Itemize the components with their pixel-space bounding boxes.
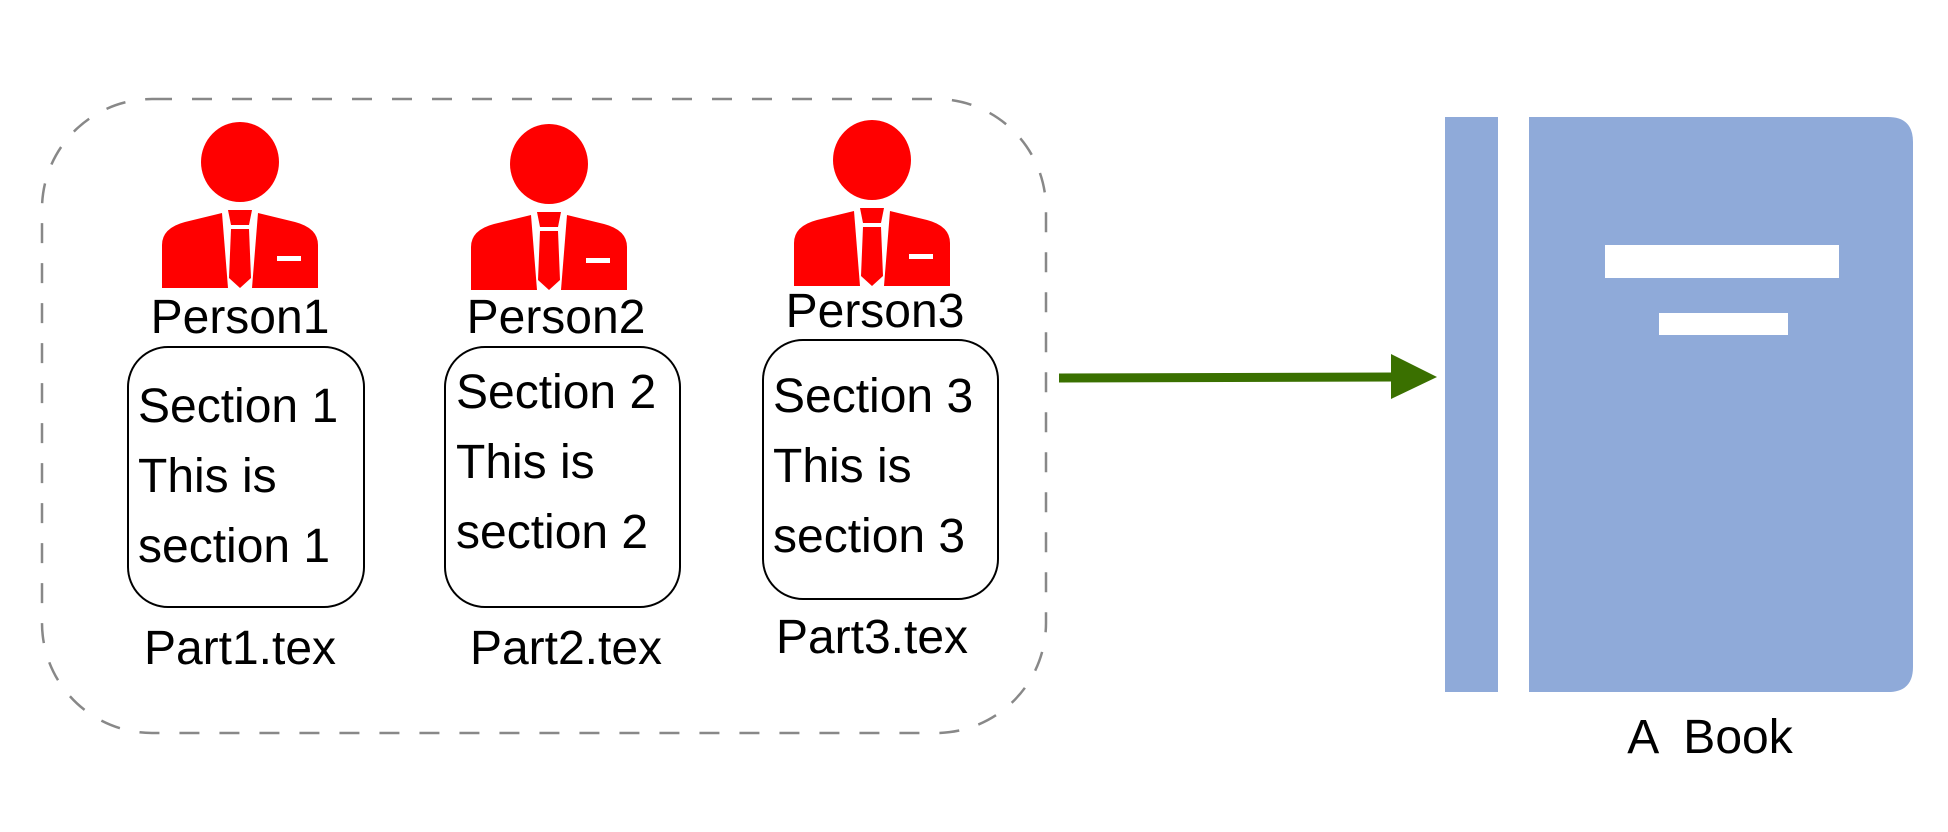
tie-knot bbox=[228, 210, 252, 225]
file-label-3: Part3.tex bbox=[776, 611, 968, 664]
person-name: Person2 bbox=[467, 291, 646, 344]
diagram-canvas: Person1 Person2 Person3 Section 1 This i… bbox=[40, 97, 1913, 764]
person-head bbox=[510, 124, 588, 204]
book-icon bbox=[1445, 117, 1913, 692]
section-line: Section 2 bbox=[456, 366, 656, 419]
person-column-1: Person1 bbox=[151, 122, 330, 344]
section-line: This is bbox=[138, 450, 277, 503]
tie-knot bbox=[537, 212, 561, 227]
pocket bbox=[586, 258, 610, 263]
person-head bbox=[201, 122, 279, 202]
arrow-right-icon bbox=[1058, 354, 1437, 399]
section-box-1: Section 1 This is section 1 bbox=[127, 346, 365, 608]
jacket-right bbox=[561, 215, 627, 290]
jacket-left bbox=[794, 211, 860, 286]
tie-knot bbox=[860, 208, 884, 223]
jacket-left bbox=[162, 213, 228, 288]
section-line: section 3 bbox=[773, 510, 965, 563]
person-name: Person1 bbox=[151, 291, 330, 344]
file-label-1: Part1.tex bbox=[144, 622, 336, 675]
section-line: Section 3 bbox=[773, 370, 973, 423]
person-column-2: Person2 bbox=[467, 124, 646, 344]
jacket-right bbox=[884, 211, 950, 286]
section-line: Section 1 bbox=[138, 380, 338, 433]
person-icon bbox=[162, 122, 318, 288]
person-head bbox=[833, 120, 911, 200]
tie bbox=[229, 229, 251, 288]
section-line: This is bbox=[773, 440, 912, 493]
person-icon bbox=[794, 120, 950, 286]
section-line: section 1 bbox=[138, 520, 330, 573]
jacket-left bbox=[471, 215, 537, 290]
pocket bbox=[277, 256, 301, 261]
file-label-2: Part2.tex bbox=[470, 622, 662, 675]
pocket bbox=[909, 254, 933, 259]
section-box-2: Section 2 This is section 2 bbox=[444, 346, 681, 608]
person-icon bbox=[471, 124, 627, 290]
jacket-right bbox=[252, 213, 318, 288]
section-line: section 2 bbox=[456, 506, 648, 559]
tie bbox=[861, 227, 883, 286]
book-label: A Book bbox=[1627, 711, 1793, 764]
person-name: Person3 bbox=[786, 285, 965, 338]
person-column-3: Person3 bbox=[786, 120, 965, 338]
section-line: This is bbox=[456, 436, 595, 489]
tie bbox=[538, 231, 560, 290]
section-box-3: Section 3 This is section 3 bbox=[762, 339, 999, 600]
